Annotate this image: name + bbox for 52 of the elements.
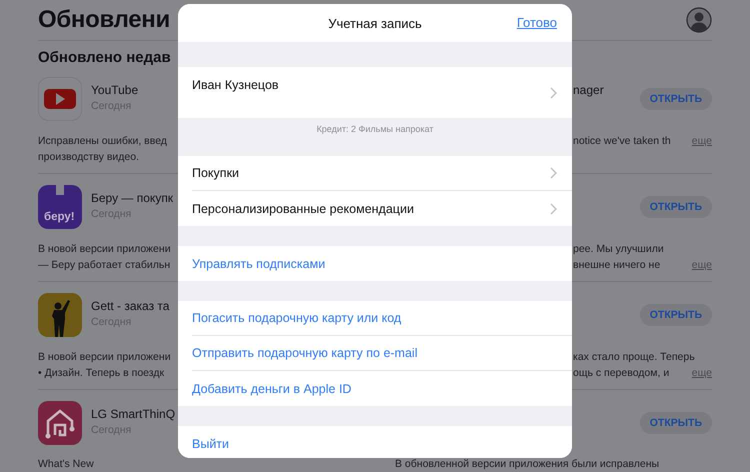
list-item[interactable]: Персонализированные рекомендации (192, 191, 572, 226)
list-item[interactable]: Добавить деньги в Apple ID (192, 371, 572, 406)
chevron-icon (550, 202, 557, 214)
app-name: Беру — покупк (91, 191, 174, 205)
description-text: внешне ничего не (573, 258, 660, 273)
description-text: В обновленной версии приложения были исправлены (395, 458, 660, 471)
more-link[interactable]: еще (692, 365, 712, 381)
description-text: В новой версии приложени (38, 350, 171, 365)
description-text: • Дизайн. Теперь в поездк (38, 366, 164, 381)
open-button[interactable]: ОТКРЫТЬ (640, 88, 712, 110)
chevron-icon (550, 167, 557, 179)
app-name: Gett - заказ та (91, 299, 170, 313)
more-link[interactable]: еще (692, 133, 712, 149)
sheet-title: Учетная запись (328, 16, 422, 30)
open-button[interactable]: ОТКРЫТЬ (640, 304, 712, 326)
description-text: notice we've taken th (573, 134, 671, 149)
section-title: Обновлено недав (38, 48, 171, 66)
item-label: Иван Кузнецов (192, 78, 279, 92)
list-item[interactable]: Покупки (192, 156, 572, 191)
page-title: Обновлени (38, 6, 170, 34)
app-name: LG SmartThinQ (91, 407, 176, 421)
item-label: Покупки (192, 166, 240, 180)
credit-note: Кредит: 2 Фильмы напрокат (316, 123, 434, 136)
box-icon (38, 185, 82, 229)
list-item[interactable]: Отправить подарочную карту по e-mail (192, 336, 572, 371)
description-text: Исправлены ошибки, введ (38, 134, 167, 149)
account-icon[interactable] (686, 7, 712, 33)
figure-icon (38, 293, 82, 337)
item-label: Отправить подарочную карту по e-mail (192, 346, 418, 360)
description-text: — Беру работает стабильн (38, 258, 170, 273)
item-label: Добавить деньги в Apple ID (192, 382, 352, 396)
description-text: ках стало проще. Теперь (573, 350, 695, 365)
description-text: ощь с переводом, и (573, 366, 670, 381)
description-text: производству видео. (38, 150, 139, 165)
open-button[interactable]: ОТКРЫТЬ (640, 412, 712, 434)
item-label: Управлять подписками (192, 256, 326, 270)
description-text: В новой версии приложени (38, 242, 171, 257)
item-label: Выйти (192, 436, 230, 450)
description-text: рее. Мы улучшили (573, 242, 664, 257)
open-button[interactable]: ОТКРЫТЬ (640, 196, 712, 218)
chevron-icon (550, 87, 557, 99)
description-text: What's New (38, 458, 94, 471)
app-name: nager (573, 82, 604, 97)
house-icon (38, 401, 82, 445)
done-link[interactable]: Готово (516, 15, 557, 30)
more-link[interactable]: еще (692, 257, 712, 273)
app-name: YouTube (91, 83, 138, 97)
item-label: Персонализированные рекомендации (192, 202, 414, 216)
item-label: Погасить подарочную карту или код (192, 311, 402, 325)
play-icon (38, 77, 82, 121)
list-item[interactable]: Погасить подарочную карту или код (192, 301, 572, 336)
logo-text: беру! (44, 211, 75, 223)
